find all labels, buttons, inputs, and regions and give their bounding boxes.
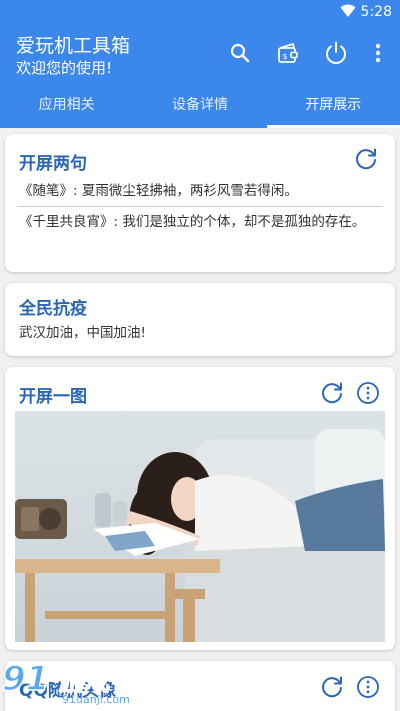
status-bar: 5:28 bbox=[0, 0, 400, 24]
tab-bar: 应用相关 设备详情 开屏展示 bbox=[0, 84, 400, 128]
svg-text:91: 91 bbox=[2, 659, 49, 699]
status-time: 5:28 bbox=[360, 4, 392, 20]
svg-text:$: $ bbox=[282, 52, 287, 61]
quote-line-2: 《千里共良宵》: 我们是独立的个体，却不是孤独的存在。 bbox=[19, 214, 366, 230]
refresh-icon[interactable] bbox=[353, 146, 379, 172]
info-icon[interactable] bbox=[355, 674, 381, 700]
more-vert-icon bbox=[375, 43, 381, 63]
power-button[interactable] bbox=[321, 38, 351, 68]
search-icon bbox=[230, 43, 250, 63]
more-button[interactable] bbox=[363, 38, 393, 68]
splash-photo bbox=[15, 411, 385, 642]
refresh-icon[interactable] bbox=[319, 380, 345, 406]
info-icon[interactable] bbox=[355, 380, 381, 406]
power-icon bbox=[326, 41, 346, 64]
fight-card: 全民抗疫 武汉加油，中国加油! bbox=[5, 283, 395, 356]
wallet-button[interactable]: $ bbox=[273, 38, 303, 68]
app-title: 爱玩机工具箱 bbox=[16, 35, 131, 57]
fight-card-text: 武汉加油，中国加油! bbox=[19, 325, 146, 341]
watermark-url: 91danji.com bbox=[62, 693, 130, 706]
tab-device[interactable]: 设备详情 bbox=[133, 84, 266, 128]
fight-card-title: 全民抗疫 bbox=[19, 299, 87, 319]
quote-line-1: 《随笔》: 夏雨微尘轻拂袖，两衫风雪若得闲。 bbox=[19, 183, 298, 199]
app-subtitle: 欢迎您的使用! bbox=[16, 59, 113, 77]
quotes-card: 开屏两句 《随笔》: 夏雨微尘轻拂袖，两衫风雪若得闲。 《千里共良宵》: 我们是… bbox=[5, 134, 395, 272]
refresh-icon[interactable] bbox=[319, 674, 345, 700]
image-card: 开屏一图 bbox=[5, 367, 395, 650]
app-bar: 爱玩机工具箱 欢迎您的使用! $ bbox=[0, 24, 400, 84]
quote-divider bbox=[17, 206, 383, 207]
image-card-title: 开屏一图 bbox=[19, 387, 87, 407]
wifi-icon bbox=[340, 4, 356, 17]
search-button[interactable] bbox=[225, 38, 255, 68]
tab-splash[interactable]: 开屏展示 bbox=[266, 84, 400, 128]
quotes-card-title: 开屏两句 bbox=[19, 154, 87, 174]
wallet-icon: $ bbox=[278, 43, 298, 63]
tab-apps[interactable]: 应用相关 bbox=[0, 84, 133, 128]
